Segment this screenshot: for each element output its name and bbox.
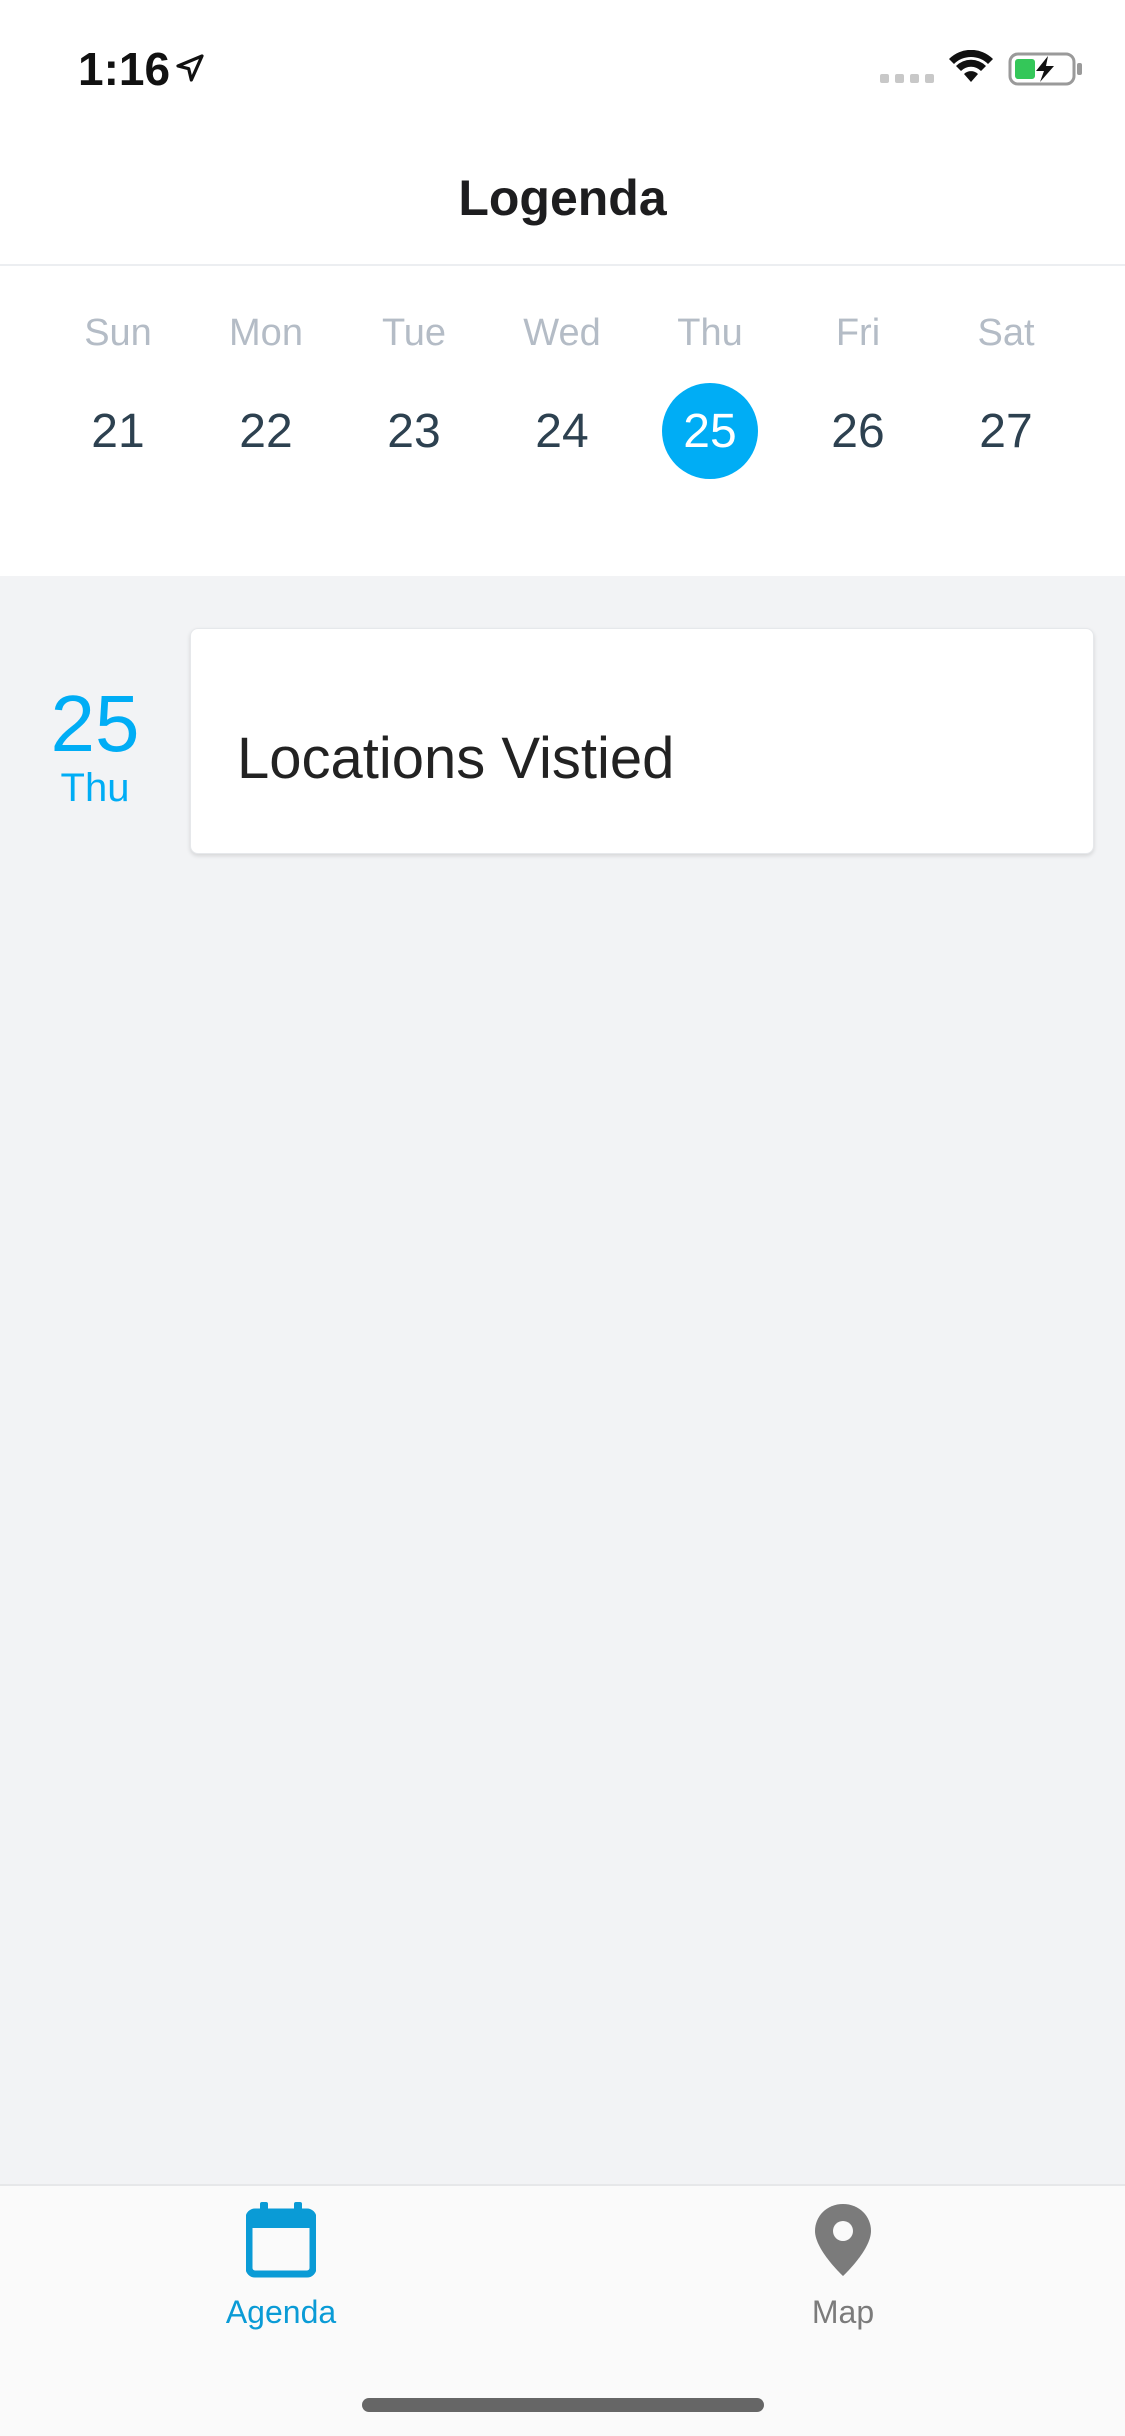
bottom-tab-bar: Agenda Map bbox=[0, 2184, 1125, 2436]
day-number: 24 bbox=[535, 404, 589, 458]
page-title: Logenda bbox=[458, 170, 667, 226]
day-name: Fri bbox=[835, 312, 881, 354]
day-name: Sat bbox=[977, 312, 1035, 354]
day-name: Sun bbox=[84, 312, 152, 354]
day-number-circle: 24 bbox=[514, 383, 610, 479]
status-time: 1:16 bbox=[78, 43, 171, 95]
calendar-day-fri[interactable]: Fri 26 bbox=[784, 268, 932, 576]
day-name: Mon bbox=[229, 312, 303, 354]
tab-agenda[interactable]: Agenda bbox=[0, 2186, 562, 2366]
tab-map[interactable]: Map bbox=[562, 2186, 1124, 2366]
battery-charging-icon bbox=[1008, 52, 1082, 86]
agenda-list[interactable]: 25 Thu Locations Vistied bbox=[0, 576, 1125, 2184]
agenda-item-card[interactable]: Locations Vistied bbox=[190, 628, 1094, 854]
calendar-day-sat[interactable]: Sat 27 bbox=[932, 268, 1080, 576]
day-name: Wed bbox=[523, 312, 601, 354]
tab-label: Map bbox=[811, 2294, 875, 2330]
day-number-circle: 27 bbox=[958, 383, 1054, 479]
day-number-circle: 26 bbox=[810, 383, 906, 479]
day-name: Tue bbox=[381, 312, 447, 354]
calendar-day-tue[interactable]: Tue 23 bbox=[340, 268, 488, 576]
day-number-circle: 23 bbox=[366, 383, 462, 479]
week-calendar-strip: Sun 21 Mon 22 Tue 23 Wed 24 Thu 25 Fri 2… bbox=[0, 268, 1125, 576]
day-number: 22 bbox=[239, 404, 293, 458]
status-bar: 1:16 bbox=[0, 0, 1125, 132]
agenda-item-title: Locations Vistied bbox=[237, 726, 675, 791]
day-number-circle: 22 bbox=[218, 383, 314, 479]
location-arrow-icon bbox=[176, 54, 204, 82]
calendar-day-mon[interactable]: Mon 22 bbox=[192, 268, 340, 576]
day-number: 23 bbox=[387, 404, 441, 458]
wifi-icon bbox=[949, 50, 993, 82]
agenda-date-weekday: Thu bbox=[60, 766, 130, 810]
cellular-signal-icon bbox=[880, 74, 934, 83]
day-number: 26 bbox=[831, 404, 885, 458]
calendar-day-wed[interactable]: Wed 24 bbox=[488, 268, 636, 576]
tab-label: Agenda bbox=[225, 2294, 337, 2330]
day-number: 21 bbox=[91, 404, 145, 458]
app-screen: 1:16 Logenda Sun 21 Mon 22 Tue 23 Wed 24… bbox=[0, 0, 1125, 2436]
calendar-icon bbox=[246, 2202, 316, 2278]
day-number: 25 bbox=[683, 404, 737, 458]
day-number: 27 bbox=[979, 404, 1033, 458]
calendar-day-sun[interactable]: Sun 21 bbox=[44, 268, 192, 576]
day-name: Thu bbox=[677, 312, 743, 354]
agenda-date-number: 25 bbox=[50, 679, 140, 768]
map-pin-icon bbox=[815, 2204, 871, 2276]
calendar-day-thu-selected[interactable]: Thu 25 bbox=[636, 268, 784, 576]
nav-header: Logenda bbox=[0, 132, 1125, 266]
home-indicator[interactable] bbox=[362, 2398, 764, 2412]
day-number-circle: 25 bbox=[662, 383, 758, 479]
agenda-date-label: 25 Thu bbox=[30, 679, 160, 811]
day-number-circle: 21 bbox=[70, 383, 166, 479]
